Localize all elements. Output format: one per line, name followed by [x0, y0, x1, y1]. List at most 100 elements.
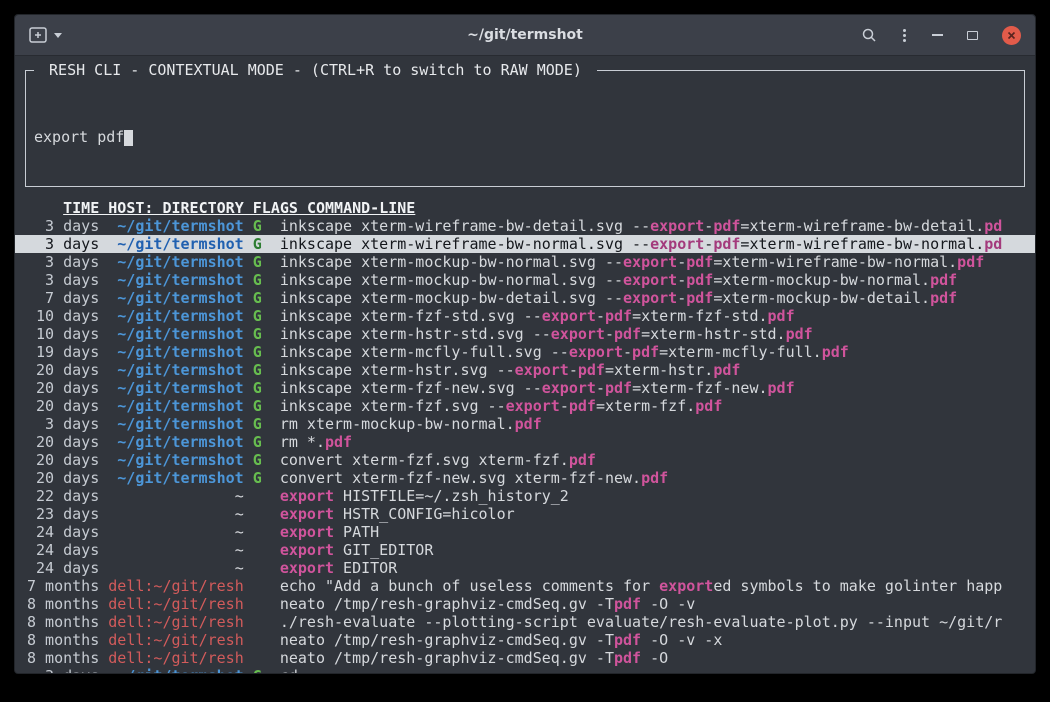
command-text: - [677, 253, 686, 271]
spacer [262, 451, 280, 469]
command-text: inkscape xterm-hstr.svg -- [280, 361, 515, 379]
command-text: inkscape xterm-fzf.svg -- [280, 397, 506, 415]
time-cell: 3 days [27, 217, 99, 235]
command-text: -O -v [641, 595, 695, 613]
close-button[interactable] [1002, 26, 1021, 45]
match-text: export [623, 289, 677, 307]
history-row[interactable]: 8 months dell:~/git/resh ./resh-evaluate… [15, 613, 1035, 631]
search-box: RESH CLI - CONTEXTUAL MODE - (CTRL+R to … [25, 70, 1025, 187]
command-text: ed symbols to make golinter happ [713, 577, 1002, 595]
spacer [262, 325, 280, 343]
flags-cell: G [253, 397, 262, 415]
history-row[interactable]: 3 days ~/git/termshot G inkscape xterm-m… [15, 271, 1035, 289]
history-row[interactable]: 8 months dell:~/git/resh neato /tmp/resh… [15, 595, 1035, 613]
flags-cell: G [253, 271, 262, 289]
new-tab-button[interactable] [29, 27, 47, 43]
spacer [262, 613, 280, 631]
host-cell: ~ [108, 487, 243, 505]
history-row[interactable]: 20 days ~/git/termshot G inkscape xterm-… [15, 397, 1035, 415]
history-row[interactable]: 3 days ~/git/termshot G cd [15, 667, 1035, 673]
history-row[interactable]: 20 days ~/git/termshot G inkscape xterm-… [15, 379, 1035, 397]
command-cell: echo "Add a bunch of useless comments fo… [280, 577, 1002, 595]
spacer [99, 559, 108, 577]
chevron-down-icon [54, 33, 62, 38]
search-input[interactable]: export pdf [34, 128, 1016, 146]
command-text: inkscape xterm-hstr-std.svg -- [280, 325, 551, 343]
spacer [244, 289, 253, 307]
time-cell: 20 days [27, 361, 99, 379]
command-cell: ./resh-evaluate --plotting-script evalua… [280, 613, 1002, 631]
command-text: inkscape xterm-fzf-std.svg -- [280, 307, 542, 325]
command-cell: inkscape xterm-wireframe-bw-detail.svg -… [280, 217, 1002, 235]
match-text: export [280, 505, 334, 523]
host-cell: dell:~/git/resh [108, 649, 243, 667]
spacer [262, 595, 280, 613]
host-cell: dell:~/git/resh [108, 595, 243, 613]
command-cell: export GIT_EDITOR [280, 541, 434, 559]
command-text: - [596, 379, 605, 397]
history-row[interactable]: 10 days ~/git/termshot G inkscape xterm-… [15, 307, 1035, 325]
command-cell: inkscape xterm-mockup-bw-detail.svg --ex… [280, 289, 957, 307]
flags-cell [253, 613, 262, 631]
history-row[interactable]: 24 days ~ export EDITOR [15, 559, 1035, 577]
history-row[interactable]: 24 days ~ export GIT_EDITOR [15, 541, 1035, 559]
spacer [99, 343, 108, 361]
tab-dropdown-button[interactable] [54, 33, 62, 38]
close-icon [1002, 26, 1021, 45]
command-cell: inkscape xterm-mcfly-full.svg --export-p… [280, 343, 849, 361]
history-row[interactable]: 8 months dell:~/git/resh neato /tmp/resh… [15, 631, 1035, 649]
menu-button[interactable] [901, 27, 908, 44]
command-text: echo "Add a bunch of useless comments fo… [280, 577, 659, 595]
cursor-block [124, 130, 133, 146]
history-row[interactable]: 10 days ~/git/termshot G inkscape xterm-… [15, 325, 1035, 343]
search-button[interactable] [861, 27, 877, 43]
time-cell: 7 days [27, 289, 99, 307]
spacer [244, 487, 253, 505]
spacer [244, 325, 253, 343]
spacer [99, 415, 108, 433]
history-row[interactable]: 7 months dell:~/git/resh echo "Add a bun… [15, 577, 1035, 595]
restore-button[interactable] [967, 31, 978, 40]
history-row[interactable]: 22 days ~ export HISTFILE=~/.zsh_history… [15, 487, 1035, 505]
host-cell: ~/git/termshot [108, 343, 243, 361]
history-row[interactable]: 3 days ~/git/termshot G rm xterm-mockup-… [15, 415, 1035, 433]
history-row[interactable]: 23 days ~ export HSTR_CONFIG=hicolor [15, 505, 1035, 523]
match-text: pdf [713, 235, 740, 253]
spacer [99, 235, 108, 253]
history-row[interactable]: 3 days ~/git/termshot G inkscape xterm-m… [15, 253, 1035, 271]
history-row[interactable]: 20 days ~/git/termshot G convert xterm-f… [15, 451, 1035, 469]
flags-cell: G [253, 343, 262, 361]
spacer [244, 559, 253, 577]
history-row[interactable]: 7 days ~/git/termshot G inkscape xterm-m… [15, 289, 1035, 307]
match-text: export [650, 235, 704, 253]
time-cell: 20 days [27, 433, 99, 451]
kebab-icon [903, 29, 906, 32]
match-text: pdf [569, 451, 596, 469]
history-row[interactable]: 8 months dell:~/git/resh neato /tmp/resh… [15, 649, 1035, 667]
spacer [99, 325, 108, 343]
command-text: =xterm-mockup-bw-normal. [713, 271, 930, 289]
history-row[interactable]: 19 days ~/git/termshot G inkscape xterm-… [15, 343, 1035, 361]
history-row[interactable]: 3 days ~/git/termshot G inkscape xterm-w… [15, 235, 1035, 253]
command-text: inkscape xterm-wireframe-bw-detail.svg -… [280, 217, 650, 235]
command-text: - [596, 307, 605, 325]
history-row[interactable]: 20 days ~/git/termshot G convert xterm-f… [15, 469, 1035, 487]
history-row[interactable]: 3 days ~/git/termshot G inkscape xterm-w… [15, 217, 1035, 235]
match-text: export [623, 271, 677, 289]
host-cell: ~/git/termshot [108, 271, 243, 289]
history-row[interactable]: 20 days ~/git/termshot G inkscape xterm-… [15, 361, 1035, 379]
minimize-button[interactable] [932, 34, 943, 36]
command-text: inkscape xterm-mockup-bw-normal.svg -- [280, 253, 623, 271]
history-row[interactable]: 24 days ~ export PATH [15, 523, 1035, 541]
match-text: pdf [578, 361, 605, 379]
history-row[interactable]: 20 days ~/git/termshot G rm *.pdf [15, 433, 1035, 451]
table-header: TIME HOST: DIRECTORY FLAGS COMMAND-LINE [15, 199, 1035, 217]
host-cell: ~/git/termshot [108, 433, 243, 451]
command-text: - [560, 397, 569, 415]
spacer [262, 217, 280, 235]
terminal-window: ~/git/termshot [14, 14, 1036, 674]
command-text: - [704, 217, 713, 235]
spacer [262, 271, 280, 289]
command-text: - [623, 343, 632, 361]
match-text: pdf [614, 631, 641, 649]
